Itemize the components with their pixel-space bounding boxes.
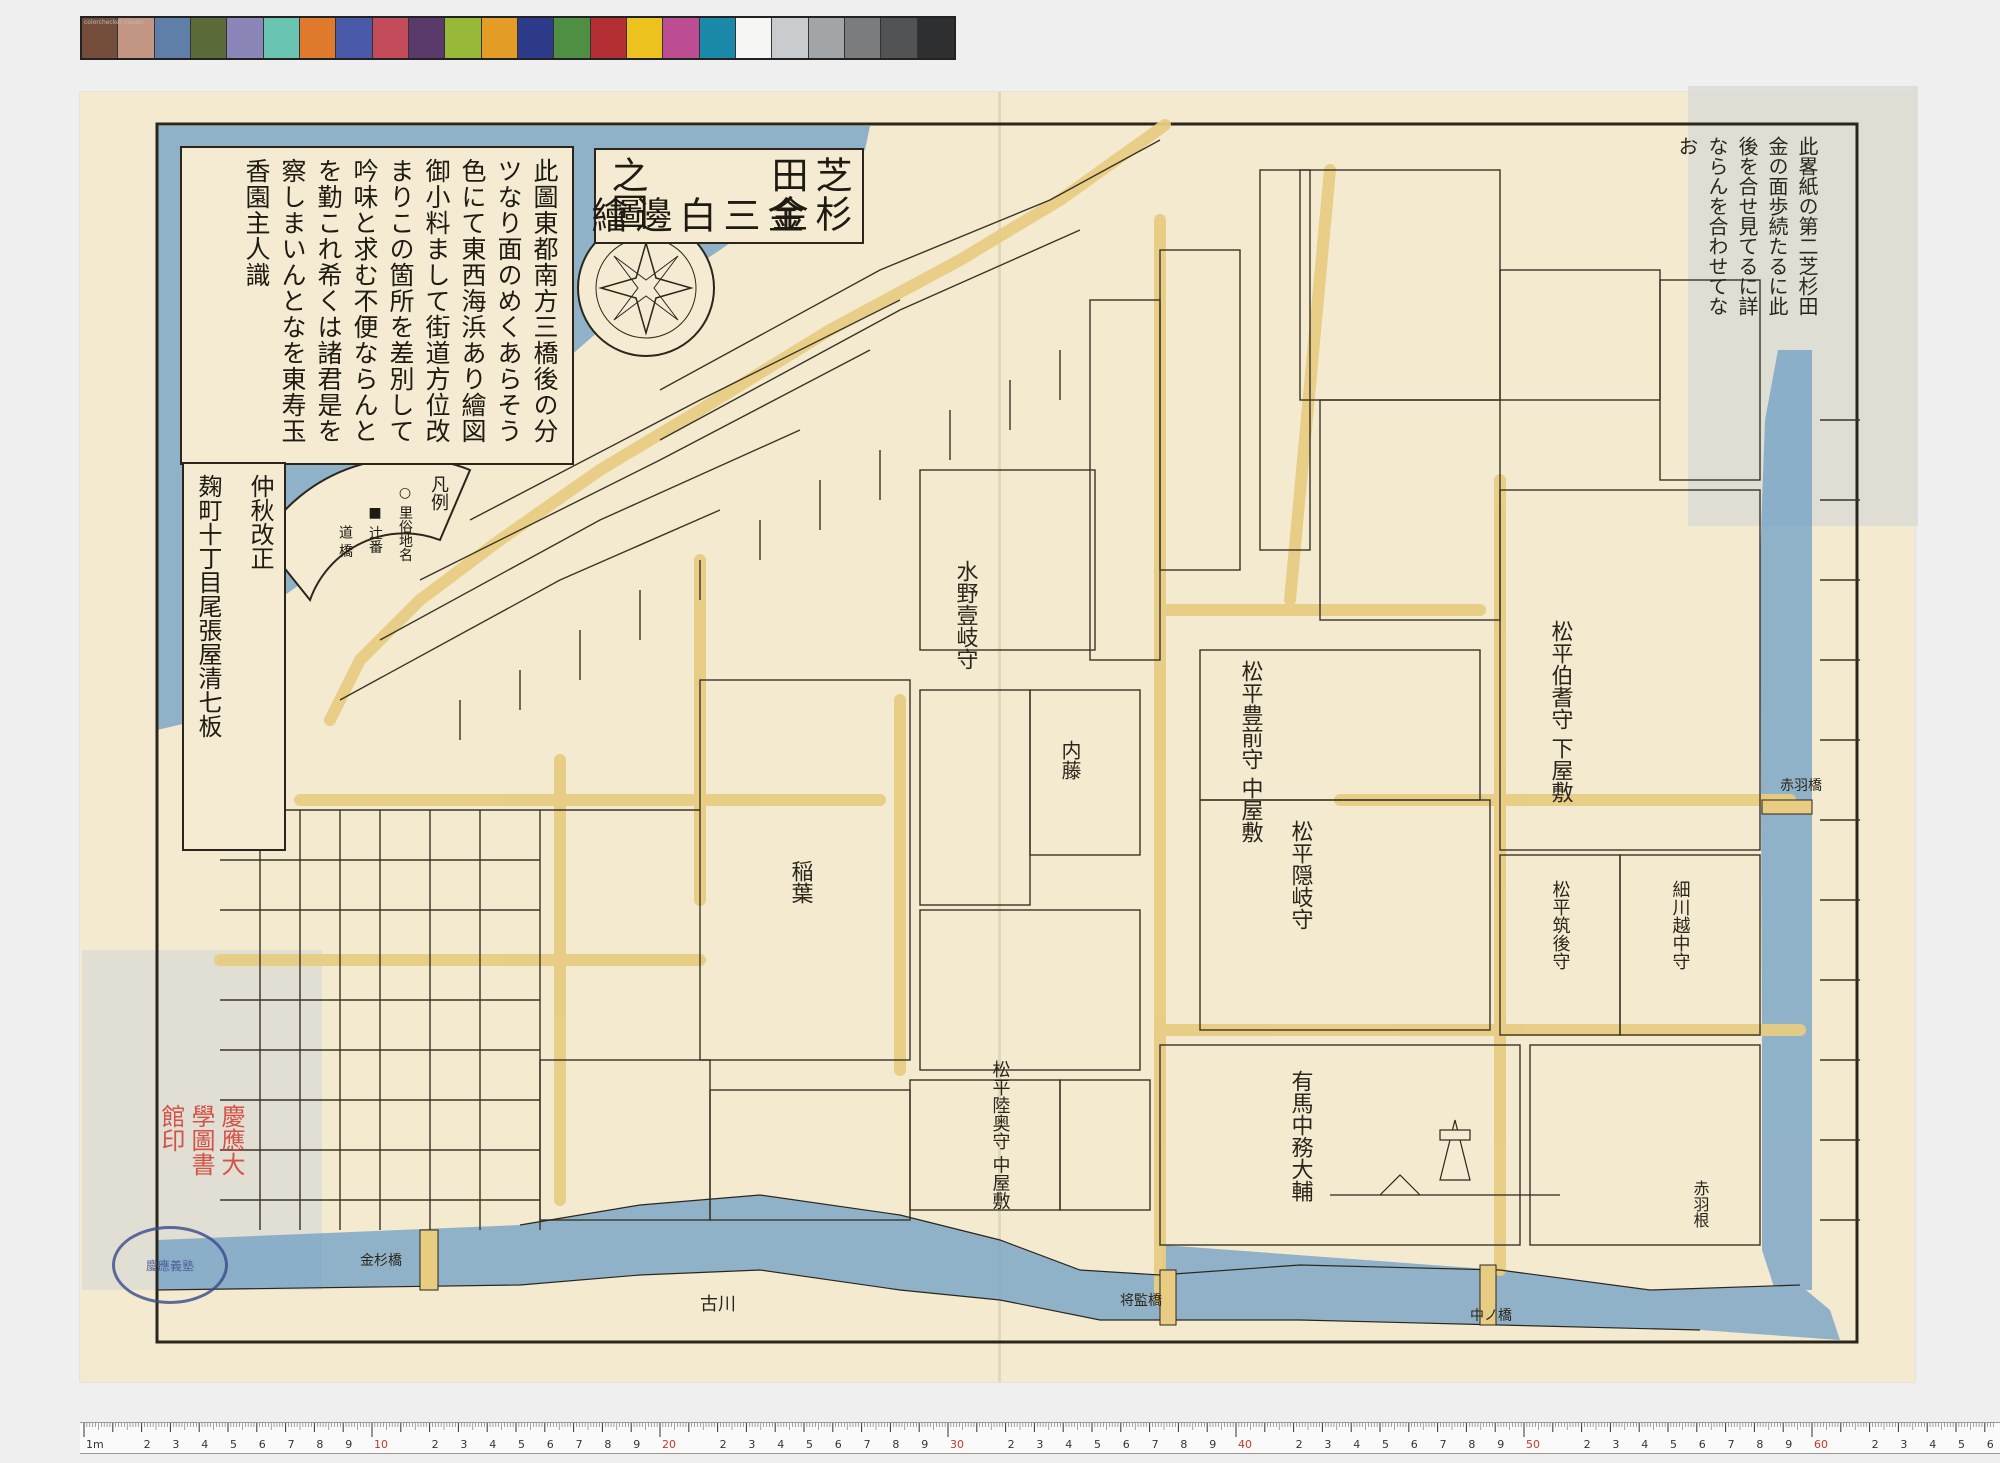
ruler-minor-label: 5 (1670, 1438, 1677, 1451)
tower-landmark (1330, 1119, 1560, 1196)
ruler-minor-label: 7 (1440, 1438, 1447, 1451)
legend-item-2: ■ 辻番 (367, 505, 383, 554)
ruler-major-label: 40 (1238, 1438, 1252, 1451)
ruler-minor-label: 8 (1468, 1438, 1475, 1451)
ruler-minor-label: 6 (835, 1438, 842, 1451)
ruler-minor-label: 2 (1584, 1438, 1591, 1451)
ruler-minor-label: 8 (316, 1438, 323, 1451)
margin-note: 此畧紙の第二芝杉田金の面歩続たるに此後を合せ見てるに詳ならんを合わせてなお (1675, 136, 1819, 316)
label-estate6: 内藤 (1058, 740, 1082, 780)
ruler-minor-label: 2 (1872, 1438, 1879, 1451)
ruler-minor-label: 9 (1497, 1438, 1504, 1451)
ruler-minor-label: 9 (1209, 1438, 1216, 1451)
ruler-major-label: 60 (1814, 1438, 1828, 1451)
ruler-minor-label: 3 (1036, 1438, 1043, 1451)
library-stamp-blue: 慶應義塾 (112, 1226, 228, 1304)
label-estate1: 松平伯耆守 下屋敷 (1548, 620, 1574, 803)
ruler-minor-label: 4 (777, 1438, 784, 1451)
label-estate9: 松平隠岐守 (1288, 820, 1314, 930)
ruler-minor-label: 2 (1296, 1438, 1303, 1451)
ruler-minor-label: 6 (1987, 1438, 1994, 1451)
ruler-minor-label: 5 (1094, 1438, 1101, 1451)
ruler-minor-label: 4 (201, 1438, 208, 1451)
library-stamp-red: 慶應大學圖書館印 (157, 1104, 245, 1176)
ruler-major-label: 50 (1526, 1438, 1540, 1451)
ruler-minor-label: 6 (1123, 1438, 1130, 1451)
label-estate10: 稲葉 (788, 860, 814, 904)
publisher-name: 麹町十丁目尾張屋清七板 (194, 474, 222, 738)
label-estate7: 松平筑後守 (1550, 880, 1571, 970)
ruler-minor-label: 8 (1180, 1438, 1187, 1451)
ruler-minor-label: 4 (1065, 1438, 1072, 1451)
ruler-minor-label: 2 (432, 1438, 439, 1451)
ruler-minor-label: 6 (547, 1438, 554, 1451)
ruler-ticks: 1m 2 3 4 5 6 7 8 9 10 2 3 4 5 6 7 8 9 20 2 3 4 5 6 7 8 9 30 2 3 4 5 6 7 8 9… (83, 1423, 1994, 1451)
ruler-minor-label: 7 (1728, 1438, 1735, 1451)
ruler-minor-label: 3 (1900, 1438, 1907, 1451)
bridge-akabane (1761, 799, 1813, 815)
label-bridge3: 中ノ橋 (1470, 1308, 1512, 1324)
preface-text: 此圖東都南方三橋後の分ツなり面のめくあらそう色にて東西海浜あり繪図御小料まして街… (242, 158, 559, 444)
ruler-minor-label: 3 (1612, 1438, 1619, 1451)
label-bridge1: 金杉橋 (360, 1253, 402, 1269)
measuring-ruler: 1m 2 3 4 5 6 7 8 9 10 2 3 4 5 6 7 8 9 20 2 3 4 5 6 7 8 9 30 2 3 4 5 6 7 8 9… (80, 1422, 2000, 1454)
ruler-minor-label: 9 (633, 1438, 640, 1451)
ruler-minor-label: 3 (172, 1438, 179, 1451)
ruler-minor-label: 7 (1152, 1438, 1159, 1451)
ruler-major-label: 20 (662, 1438, 676, 1451)
ruler-minor-label: 3 (460, 1438, 467, 1451)
ruler-major-label: 30 (950, 1438, 964, 1451)
ruler-minor-label: 9 (1785, 1438, 1792, 1451)
legend-title: 凡例 (428, 475, 449, 511)
label-bridge4: 赤羽橋 (1780, 778, 1822, 794)
ruler-minor-label: 2 (720, 1438, 727, 1451)
river-south (157, 1195, 1840, 1340)
canal-east (1760, 350, 1812, 1290)
ruler-minor-label: 3 (748, 1438, 755, 1451)
bridge-shogen (1159, 1269, 1177, 1326)
title-suffix: 之圖 (605, 156, 648, 230)
ruler-minor-label: 4 (1929, 1438, 1936, 1451)
ruler-minor-label: 2 (144, 1438, 151, 1451)
ruler-minor-label: 6 (259, 1438, 266, 1451)
ruler-minor-label: 7 (864, 1438, 871, 1451)
ruler-minor-label: 9 (921, 1438, 928, 1451)
ruler-minor-label: 6 (1699, 1438, 1706, 1451)
ruler-minor-label: 5 (518, 1438, 525, 1451)
label-estate8: 細川越中守 (1670, 880, 1691, 970)
ruler-minor-label: 4 (1353, 1438, 1360, 1451)
ruler-minor-label: 5 (230, 1438, 237, 1451)
ruler-minor-label: 6 (1411, 1438, 1418, 1451)
label-estate4: 有馬中務大輔 (1288, 1070, 1314, 1202)
ruler-major-label: 1m (86, 1438, 104, 1451)
ruler-minor-label: 5 (1382, 1438, 1389, 1451)
ruler-minor-label: 8 (892, 1438, 899, 1451)
ruler-minor-label: 7 (576, 1438, 583, 1451)
label-estate3: 松平陸奥守 中屋敷 (990, 1060, 1011, 1211)
label-temple: 赤羽根 (1691, 1180, 1710, 1228)
ruler-minor-label: 4 (489, 1438, 496, 1451)
ruler-minor-label: 3 (1324, 1438, 1331, 1451)
ruler-major-label: 10 (374, 1438, 388, 1451)
legend-item-3: 道 橋 (337, 525, 353, 558)
ruler-minor-label: 5 (1958, 1438, 1965, 1451)
label-estate2: 松平豊前守 中屋敷 (1238, 660, 1264, 843)
ruler-minor-label: 8 (1756, 1438, 1763, 1451)
map-title-cartouche: 芝杉田金 金三白邊繪 之圖 (585, 148, 864, 244)
ruler-minor-label: 9 (345, 1438, 352, 1451)
legend: 凡例 ○ 里俗地名 ■ 辻番 道 橋 (235, 455, 495, 615)
ruler-minor-label: 2 (1008, 1438, 1015, 1451)
label-bridge2: 将監橋 (1120, 1292, 1162, 1309)
ruler-minor-label: 8 (604, 1438, 611, 1451)
ruler-minor-label: 5 (806, 1438, 813, 1451)
label-estate5: 水野壹岐守 (953, 560, 979, 670)
legend-item-1: ○ 里俗地名 (397, 485, 413, 562)
bridge-kanasugi (419, 1229, 439, 1291)
ruler-minor-label: 4 (1641, 1438, 1648, 1451)
preface-box: 此圖東都南方三橋後の分ツなり面のめくあらそう色にて東西海浜あり繪図御小料まして街… (180, 146, 574, 465)
label-river: 古川 (700, 1294, 736, 1315)
ruler-minor-label: 7 (288, 1438, 295, 1451)
